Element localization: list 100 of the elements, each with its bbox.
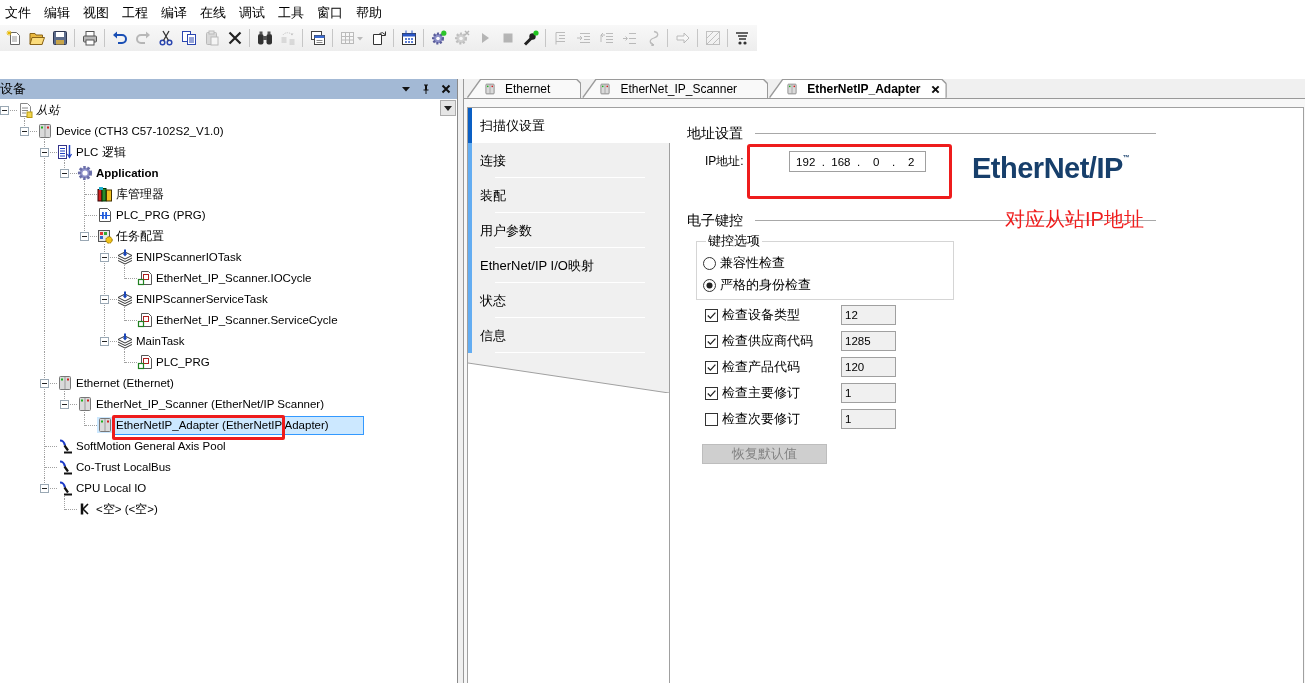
tree-item[interactable]: 从站 (33, 101, 63, 120)
undo-icon[interactable] (111, 30, 128, 46)
menu-item[interactable]: 调试 (239, 4, 265, 21)
section-title: 地址设置 (687, 124, 743, 142)
radio-button[interactable] (703, 256, 716, 270)
collapse-icon[interactable] (40, 148, 49, 157)
value-field[interactable]: 1 (841, 409, 896, 429)
side-tab[interactable]: 信息 (468, 318, 670, 353)
tree-item[interactable]: EtherNet_IP_Scanner.IOCycle (153, 269, 315, 288)
collapse-icon[interactable] (100, 295, 109, 304)
checkbox-label: 检查设备类型 (722, 306, 801, 324)
caret-down-icon (444, 105, 452, 111)
cart-icon[interactable] (734, 30, 751, 46)
tree-item[interactable]: 任务配置 (113, 227, 167, 246)
menu-item[interactable]: 编译 (161, 4, 187, 21)
tree-item[interactable]: Co-Trust LocalBus (73, 458, 174, 477)
pin-icon[interactable] (421, 84, 431, 94)
collapse-icon[interactable] (0, 106, 9, 115)
collapse-icon[interactable] (80, 232, 89, 241)
tree-item[interactable]: PLC 逻辑 (73, 143, 129, 162)
collapse-icon[interactable] (40, 379, 49, 388)
menu-item[interactable]: 编辑 (44, 4, 70, 21)
tree-item[interactable]: EtherNet_IP_Scanner.ServiceCycle (153, 311, 341, 330)
menu-item[interactable]: 视图 (83, 4, 109, 21)
editor-tab[interactable]: Ethernet (468, 80, 581, 98)
checkbox-label: 检查次要修订 (722, 410, 801, 428)
checkbox[interactable] (705, 386, 718, 400)
new-document-icon[interactable] (5, 30, 22, 46)
menu-item[interactable]: 窗口 (317, 4, 343, 21)
group-title: 键控选项 (707, 233, 761, 249)
tree-item[interactable]: MainTask (133, 332, 188, 351)
gear-dot-icon[interactable] (430, 30, 447, 46)
tree-item[interactable]: Application (93, 164, 162, 183)
side-tab[interactable]: 装配 (468, 178, 670, 213)
collapse-icon[interactable] (100, 337, 109, 346)
collapse-icon[interactable] (100, 253, 109, 262)
ip-address-field[interactable]: 192 . 168 . 0 . 2 (789, 151, 926, 172)
document-arrow-icon[interactable] (370, 30, 387, 46)
editor-tab[interactable]: EtherNet_IP_Scanner (583, 80, 768, 98)
collapse-icon[interactable] (60, 169, 69, 178)
side-tab[interactable]: 用户参数 (468, 213, 670, 248)
checkbox[interactable] (705, 412, 718, 426)
menu-item[interactable]: 文件 (5, 4, 31, 21)
checkbox[interactable] (705, 334, 718, 348)
collapse-icon[interactable] (60, 400, 69, 409)
close-icon[interactable] (930, 84, 940, 94)
annotation-text: 对应从站IP地址 (1005, 207, 1144, 231)
menu-item[interactable]: 工程 (122, 4, 148, 21)
tree-item[interactable]: EtherNetIP_Adapter (EtherNetIP Adapter) (113, 416, 364, 435)
menu-item[interactable]: 在线 (200, 4, 226, 21)
side-tab[interactable]: EtherNet/IP I/O映射 (468, 248, 670, 283)
tree-item[interactable]: PLC_PRG (PRG) (113, 206, 209, 225)
value-field[interactable]: 12 (841, 305, 896, 325)
collapse-icon[interactable] (20, 127, 29, 136)
windows-icon[interactable] (309, 30, 326, 46)
document-folder-icon (17, 102, 33, 118)
section-title: 电子键控 (687, 211, 743, 229)
tree-item[interactable]: ENIPScannerServiceTask (133, 290, 271, 309)
side-tab[interactable]: 状态 (468, 283, 670, 318)
tree-item[interactable]: EtherNet_IP_Scanner (EtherNet/IP Scanner) (93, 395, 327, 414)
dropdown-button[interactable] (440, 100, 456, 116)
tree-item[interactable]: PLC_PRG (153, 353, 213, 372)
cross-icon[interactable] (226, 30, 243, 46)
radio-button[interactable] (703, 278, 716, 292)
tree-item[interactable]: 库管理器 (113, 185, 167, 204)
checkbox[interactable] (705, 308, 718, 322)
collapse-icon[interactable] (40, 484, 49, 493)
config-gear-icon (97, 228, 113, 244)
value-field[interactable]: 1 (841, 383, 896, 403)
side-tab[interactable]: 连接 (468, 143, 670, 178)
tree-item[interactable]: ENIPScannerIOTask (133, 248, 245, 267)
scissors-icon[interactable] (157, 30, 174, 46)
checkbox-label: 检查产品代码 (722, 358, 801, 376)
value-field[interactable]: 120 (841, 357, 896, 377)
tree-item[interactable]: Ethernet (Ethernet) (73, 374, 177, 393)
logo: EtherNet/IP$^{™}$ (972, 151, 1130, 184)
device-icon (37, 123, 53, 139)
tree-item[interactable]: CPU Local IO (73, 479, 150, 498)
menu-item[interactable]: 帮助 (356, 4, 382, 21)
stack-arrow-icon (117, 249, 133, 265)
document-blocks-icon (137, 312, 153, 328)
value-field[interactable]: 1285 (841, 331, 896, 351)
tree-item[interactable]: SoftMotion General Axis Pool (73, 437, 229, 456)
menu-item[interactable]: 工具 (278, 4, 304, 21)
copy-icon[interactable] (180, 30, 197, 46)
binoculars-icon[interactable] (256, 30, 273, 46)
caret-down-icon[interactable] (401, 84, 411, 94)
tree-item[interactable]: Device (CTH3 C57-102S2_V1.0) (53, 122, 227, 141)
close-icon[interactable] (441, 84, 451, 94)
printer-icon[interactable] (81, 30, 98, 46)
calendar-icon[interactable] (400, 30, 417, 46)
bent-arm-icon (57, 480, 73, 496)
device-icon (786, 82, 799, 96)
checkbox[interactable] (705, 360, 718, 374)
tree-item[interactable]: <空> (<空>) (93, 500, 161, 519)
editor-tab[interactable]: EtherNetIP_Adapter (770, 80, 946, 98)
panel-title: 设备 (0, 81, 27, 97)
folder-icon[interactable] (28, 30, 45, 46)
wrench-icon[interactable] (522, 30, 539, 46)
checkbox-label: 检查供应商代码 (722, 332, 814, 350)
